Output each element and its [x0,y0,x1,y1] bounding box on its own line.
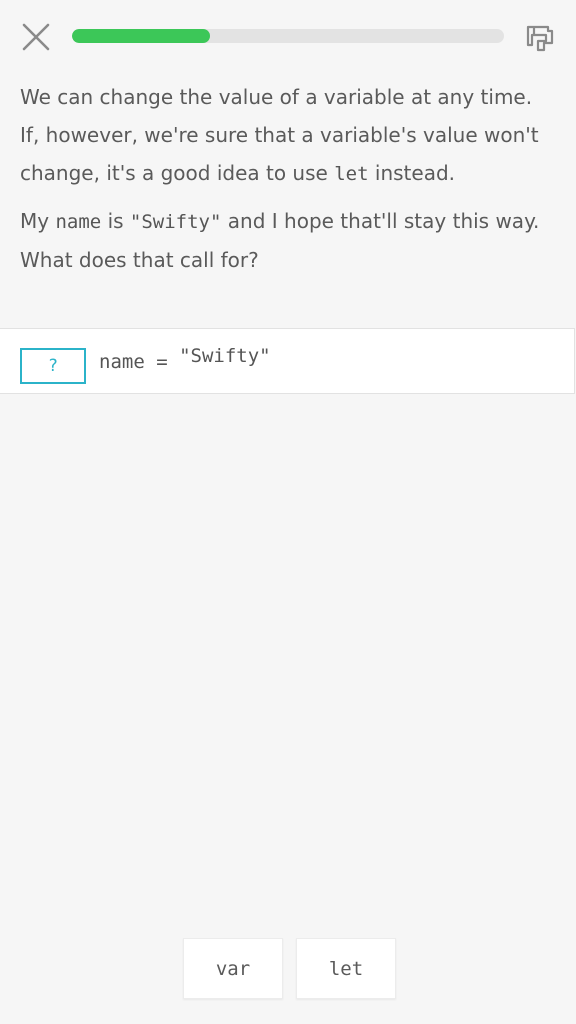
progress-fill [72,29,211,43]
close-button[interactable] [18,19,54,55]
inline-code-name: name [55,211,102,233]
option-var-button[interactable]: var [183,938,283,999]
cheatsheet-icon [526,25,554,52]
code-token-string: "Swifty" [179,345,271,367]
lesson-text-part: is [101,209,130,233]
answer-options: var let [183,938,396,999]
lesson-text-part: My [20,209,56,233]
lesson-paragraph-2: My name is "Swifty" and I hope that'll s… [20,202,550,279]
answer-blank[interactable]: ? [20,348,86,384]
option-let-button[interactable]: let [296,938,396,999]
lesson-text-part: instead. [368,161,455,185]
code-line: name = "Swifty" [99,345,271,373]
progress-bar [72,29,504,43]
code-editor: ? name = "Swifty" [0,328,575,394]
lesson-text-part: We can change the value of a variable at… [20,85,539,185]
inline-code-string: "Swifty" [129,211,222,233]
code-token-name: name = [99,351,180,373]
inline-code-let: let [334,163,369,185]
close-icon [22,23,50,51]
cheatsheet-button[interactable] [522,19,558,55]
lesson-text: We can change the value of a variable at… [20,78,550,279]
lesson-paragraph-1: We can change the value of a variable at… [20,78,550,193]
